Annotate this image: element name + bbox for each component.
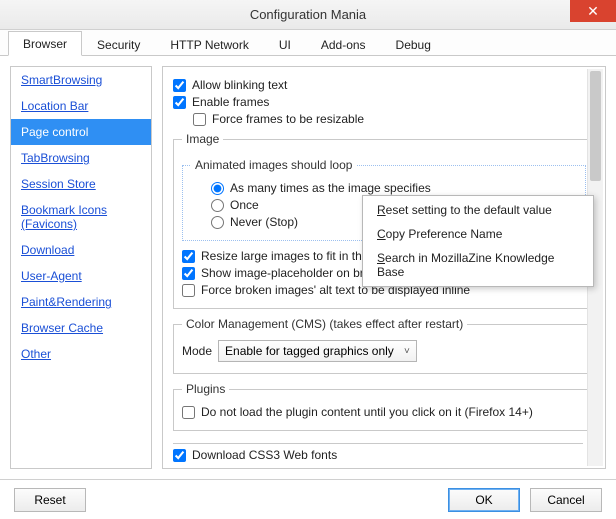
loop-spec-radio[interactable] [211, 182, 224, 195]
tab-debug[interactable]: Debug [381, 32, 446, 56]
sidebar-item-user-agent[interactable]: User-Agent [11, 263, 151, 289]
force-resizable-label: Force frames to be resizable [212, 112, 364, 126]
download-css3-checkbox[interactable] [173, 449, 186, 462]
sidebar-item-other[interactable]: Other [11, 341, 151, 367]
cms-fieldset: Color Management (CMS) (takes effect aft… [173, 317, 595, 374]
context-menu: Reset setting to the default value Copy … [362, 195, 594, 287]
enable-frames-checkbox[interactable] [173, 96, 186, 109]
image-legend: Image [182, 132, 223, 146]
cms-mode-select[interactable]: Enable for tagged graphics only [218, 340, 417, 362]
sidebar-item-download[interactable]: Download [11, 237, 151, 263]
allow-blinking-label: Allow blinking text [192, 78, 287, 92]
reset-button[interactable]: Reset [14, 488, 86, 512]
loop-never-label: Never (Stop) [230, 215, 298, 229]
category-sidebar: SmartBrowsing Location Bar Page control … [10, 66, 152, 469]
close-button[interactable]: ✕ [570, 0, 616, 22]
scroll-thumb[interactable] [590, 71, 601, 181]
animated-loop-legend: Animated images should loop [191, 158, 356, 172]
loop-once-radio[interactable] [211, 199, 224, 212]
cms-legend: Color Management (CMS) (takes effect aft… [182, 317, 467, 331]
loop-spec-label: As many times as the image specifies [230, 181, 431, 195]
resize-large-checkbox[interactable] [182, 250, 195, 263]
sidebar-item-location-bar[interactable]: Location Bar [11, 93, 151, 119]
mode-label: Mode [182, 344, 212, 358]
ok-button[interactable]: OK [448, 488, 520, 512]
dialog-footer: Reset OK Cancel [0, 479, 616, 519]
menu-copy-pref-name[interactable]: Copy Preference Name [365, 222, 591, 246]
sidebar-item-paint-rendering[interactable]: Paint&Rendering [11, 289, 151, 315]
titlebar: Configuration Mania ✕ [0, 0, 616, 30]
download-css3-label: Download CSS3 Web fonts [192, 448, 337, 462]
plugins-fieldset: Plugins Do not load the plugin content u… [173, 382, 595, 431]
tab-ui[interactable]: UI [264, 32, 306, 56]
show-placeholder-checkbox[interactable] [182, 267, 195, 280]
tab-addons[interactable]: Add-ons [306, 32, 381, 56]
loop-never-radio[interactable] [211, 216, 224, 229]
menu-reset-setting[interactable]: Reset setting to the default value [365, 198, 591, 222]
sidebar-item-tabbrowsing[interactable]: TabBrowsing [11, 145, 151, 171]
sidebar-item-bookmark-icons[interactable]: Bookmark Icons (Favicons) [11, 197, 151, 237]
cancel-button[interactable]: Cancel [530, 488, 602, 512]
cms-mode-value: Enable for tagged graphics only [225, 344, 394, 358]
plugins-legend: Plugins [182, 382, 229, 396]
sidebar-item-smartbrowsing[interactable]: SmartBrowsing [11, 67, 151, 93]
sidebar-item-browser-cache[interactable]: Browser Cache [11, 315, 151, 341]
close-icon: ✕ [587, 4, 599, 18]
tab-browser[interactable]: Browser [8, 31, 82, 56]
sidebar-item-session-store[interactable]: Session Store [11, 171, 151, 197]
window-title: Configuration Mania [250, 7, 366, 22]
enable-frames-label: Enable frames [192, 95, 269, 109]
tab-security[interactable]: Security [82, 32, 155, 56]
allow-blinking-checkbox[interactable] [173, 79, 186, 92]
plugin-click-label: Do not load the plugin content until you… [201, 405, 533, 419]
force-alt-checkbox[interactable] [182, 284, 195, 297]
menu-search-mozillazine[interactable]: Search in MozillaZine Knowledge Base [365, 246, 591, 284]
main-tabstrip: Browser Security HTTP Network UI Add-ons… [0, 30, 616, 56]
plugin-click-checkbox[interactable] [182, 406, 195, 419]
force-resizable-checkbox[interactable] [193, 113, 206, 126]
sidebar-item-page-control[interactable]: Page control [11, 119, 151, 145]
tab-http-network[interactable]: HTTP Network [155, 32, 263, 56]
loop-once-label: Once [230, 198, 259, 212]
